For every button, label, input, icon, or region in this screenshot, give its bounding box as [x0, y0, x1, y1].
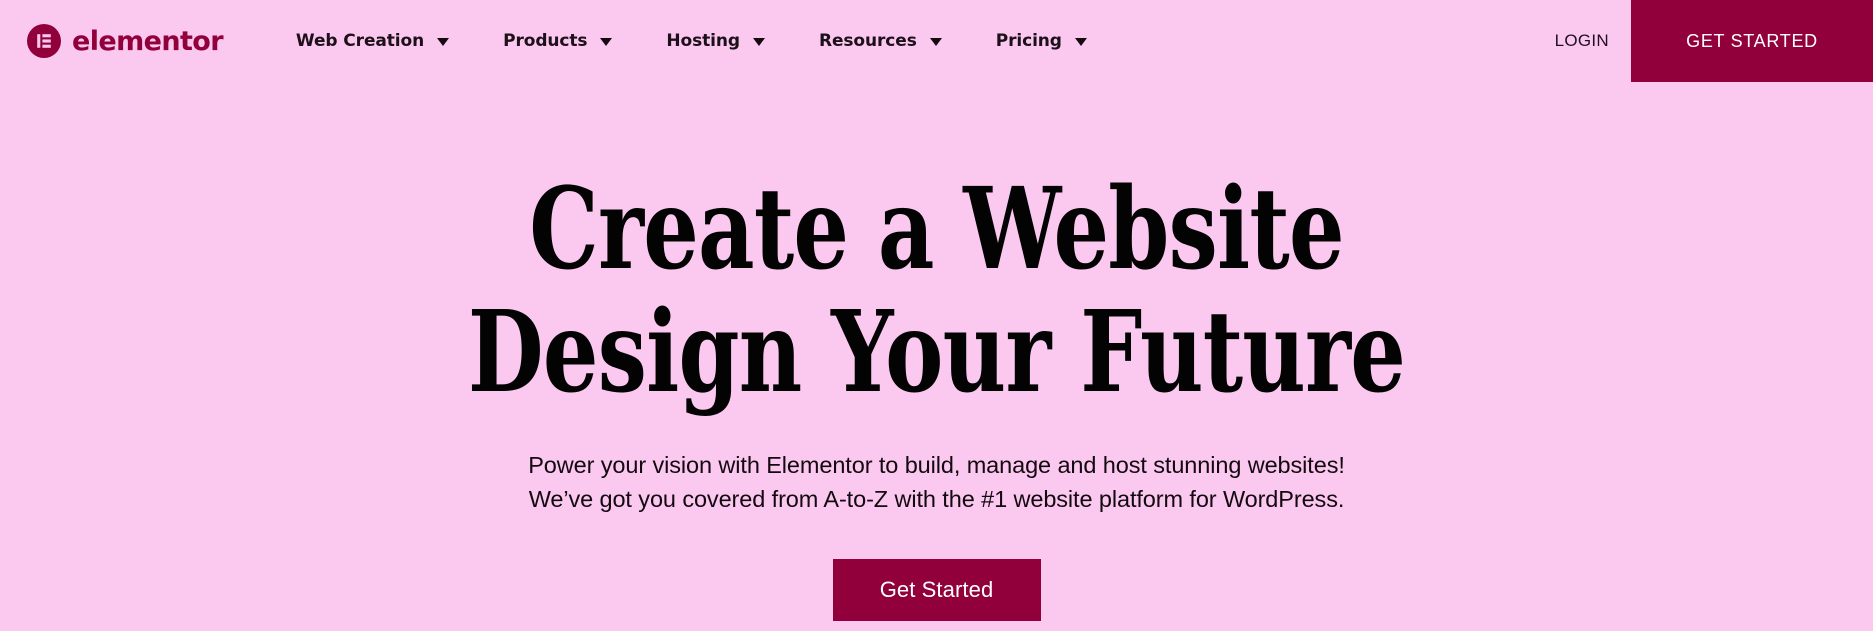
page-root: elementor Web Creation Products Hosting … — [0, 0, 1873, 631]
hero-headline: Create a Website Design Your Future — [206, 82, 1667, 419]
hero-subtitle: Power your vision with Elementor to buil… — [0, 414, 1873, 516]
hero-headline-line-1: Create a Website — [529, 164, 1344, 295]
nav-item-label: Web Creation — [295, 30, 425, 51]
nav-item-resources[interactable]: Resources — [792, 0, 969, 82]
hero-cta-container: Get Started — [0, 517, 1873, 621]
hero-subtitle-line-1: Power your vision with Elementor to buil… — [528, 452, 1345, 479]
nav-item-label: Products — [503, 30, 588, 51]
hero-section: Create a Website Design Your Future Powe… — [0, 82, 1873, 631]
chevron-down-icon — [1074, 38, 1087, 46]
chevron-down-icon — [437, 38, 450, 46]
chevron-down-icon — [752, 38, 765, 46]
nav-item-products[interactable]: Products — [476, 0, 639, 82]
nav-item-hosting[interactable]: Hosting — [639, 0, 792, 82]
nav-item-web-creation[interactable]: Web Creation — [269, 0, 476, 82]
nav-item-label: Resources — [818, 30, 917, 51]
header-spacer — [1114, 0, 1533, 82]
elementor-logo-icon — [27, 24, 61, 58]
login-link[interactable]: LOGIN — [1533, 0, 1631, 82]
chevron-down-icon — [929, 38, 942, 46]
site-header: elementor Web Creation Products Hosting … — [0, 0, 1873, 82]
brand-wordmark: elementor — [72, 25, 224, 57]
main-navigation: Web Creation Products Hosting Resources … — [269, 0, 1114, 82]
nav-item-pricing[interactable]: Pricing — [969, 0, 1114, 82]
chevron-down-icon — [600, 38, 613, 46]
nav-item-label: Hosting — [666, 30, 740, 51]
nav-item-label: Pricing — [995, 30, 1062, 51]
header-get-started-button[interactable]: GET STARTED — [1631, 0, 1873, 82]
hero-subtitle-line-2: We’ve got you covered from A-to-Z with t… — [528, 486, 1345, 513]
brand-logo-link[interactable]: elementor — [27, 0, 224, 82]
hero-get-started-button[interactable]: Get Started — [832, 558, 1041, 621]
hero-headline-line-2: Design Your Future — [467, 287, 1406, 419]
